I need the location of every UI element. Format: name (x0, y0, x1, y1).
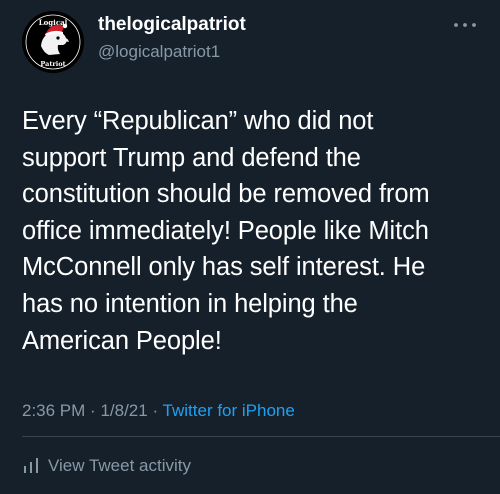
tweet-source-link[interactable]: Twitter for iPhone (163, 401, 295, 420)
tweet-meta: 2:36 PM · 1/8/21 · Twitter for iPhone (22, 401, 295, 421)
meta-separator: · (152, 401, 159, 420)
avatar-logo-text-bottom: Patriot (40, 60, 65, 68)
avatar[interactable]: Logical Patriot (22, 11, 84, 73)
tweet-time[interactable]: 2:36 PM (22, 401, 85, 420)
eagle-head-icon: Logical Patriot (22, 11, 84, 73)
more-horizontal-icon[interactable] (452, 18, 478, 30)
divider (22, 436, 500, 437)
tweet-text: Every “Republican” who did not support T… (22, 107, 430, 355)
meta-separator: · (90, 401, 96, 420)
author-handle[interactable]: @logicalpatriot1 (98, 42, 220, 62)
view-tweet-activity-label: View Tweet activity (48, 456, 191, 475)
bar-chart-icon (24, 458, 38, 473)
tweet-date[interactable]: 1/8/21 (100, 401, 147, 420)
author-display-name[interactable]: thelogicalpatriot (98, 14, 246, 36)
view-tweet-activity-button[interactable]: View Tweet activity (22, 456, 191, 476)
